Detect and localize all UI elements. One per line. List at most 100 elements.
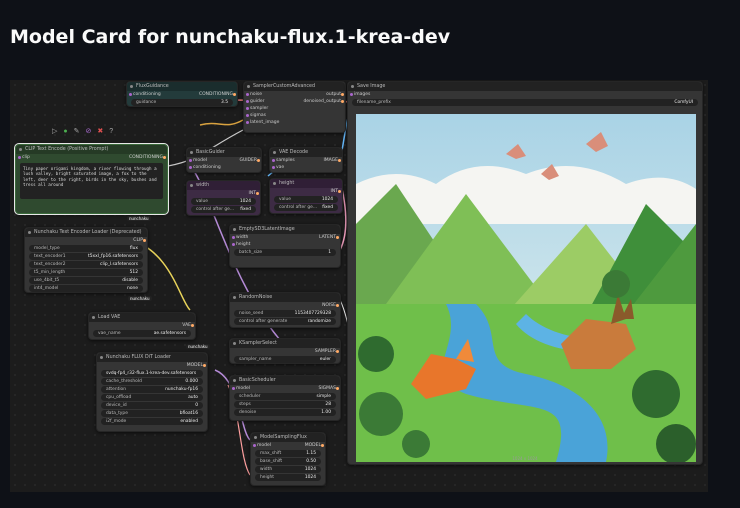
nunchaku-badge: nunchaku (127, 216, 151, 221)
output-latent[interactable]: LATENT (319, 234, 336, 241)
node-basic-scheduler[interactable]: BasicScheduler model SIGMAS scheduler simp… (229, 375, 341, 421)
output-conditioning[interactable]: CONDITIONING (199, 91, 233, 98)
output-vae[interactable]: VAE (182, 322, 191, 329)
node-basic-guider[interactable]: BasicGuider model GUIDER conditioning (186, 147, 262, 173)
node-sampler-custom-advanced[interactable]: SamplerCustomAdvanced noise output guider… (243, 81, 346, 133)
input-clip[interactable]: clip (22, 154, 30, 161)
text-encoder2-widget[interactable]: text_encoder2 clip_l.safetensors (29, 261, 143, 268)
generated-image[interactable] (356, 114, 696, 462)
output-image[interactable]: IMAGE (323, 157, 338, 164)
model-path-widget[interactable]: svdq-fp4_r32-flux.1-krea-dev.safetensors (101, 370, 203, 377)
node-height[interactable]: height INT value 1024 control after ge...… (269, 178, 343, 214)
workflow-canvas[interactable]: ▷ ● ✎ ⊘ ✖ ? FluxGuidance conditioning CON… (10, 80, 708, 492)
node-model-sampling-flux[interactable]: ModelSamplingFlux model MODEL max_shift 1.… (250, 432, 326, 486)
input-conditioning[interactable]: conditioning (133, 91, 161, 98)
i2f-mode-widget[interactable]: i2f_mode enabled (101, 418, 203, 425)
input-width[interactable]: width (236, 234, 248, 241)
t5-min-length-widget[interactable]: t5_min_length 512 (29, 269, 143, 276)
guidance-widget[interactable]: guidance 3.5 (131, 99, 233, 106)
play-icon[interactable]: ▷ (52, 127, 57, 135)
node-width[interactable]: width INT value 1024 control after ge... f… (186, 180, 261, 216)
node-title: height (270, 179, 342, 188)
output-output[interactable]: output (326, 91, 341, 98)
input-model[interactable]: model (193, 157, 207, 164)
output-int[interactable]: INT (249, 190, 256, 197)
node-nunchaku-text-encoder-loader[interactable]: Nunchaku Text Encoder Loader (Deprecated… (24, 227, 148, 293)
output-int[interactable]: INT (331, 188, 338, 195)
height-control-widget[interactable]: control after ge... fixed (274, 204, 338, 211)
base-shift-widget[interactable]: base_shift 0.50 (255, 458, 321, 465)
output-model[interactable]: MODEL (187, 362, 203, 369)
steps-widget[interactable]: steps 28 (234, 401, 336, 408)
data-type-widget[interactable]: data_type bfloat16 (101, 410, 203, 417)
scheduler-widget[interactable]: scheduler simple (234, 393, 336, 400)
cache-threshold-widget[interactable]: cache_threshold 0.000 (101, 378, 203, 385)
output-noise[interactable]: NOISE (322, 302, 336, 309)
device-id-widget[interactable]: device_id 0 (101, 402, 203, 409)
node-save-image[interactable]: Save Image images filename_prefix ComfyUI (347, 81, 703, 465)
node-clip-text-encode[interactable]: CLIP Text Encode (Positive Prompt) clip C… (14, 143, 169, 215)
input-model[interactable]: model (236, 385, 250, 392)
input-height[interactable]: height (236, 241, 250, 248)
width-control-widget[interactable]: control after ge... fixed (191, 206, 256, 213)
node-title: RandomNoise (230, 293, 340, 302)
input-noise[interactable]: noise (250, 91, 262, 98)
text-encoder1-widget[interactable]: text_encoder1 t5xxl_fp16.safetensors (29, 253, 143, 260)
page-title: Model Card for nunchaku-flux.1-krea-dev (10, 26, 451, 48)
input-samples[interactable]: samples (276, 157, 295, 164)
height-value-widget[interactable]: value 1024 (274, 196, 338, 203)
input-sampler[interactable]: sampler (250, 105, 268, 112)
node-title: BasicGuider (187, 148, 261, 157)
node-ksampler-select[interactable]: KSamplerSelect SAMPLER sampler_name euler (229, 338, 341, 364)
int4-model-widget[interactable]: int4_model none (29, 285, 143, 292)
output-denoised[interactable]: denoised_output (303, 98, 341, 105)
max-shift-widget[interactable]: max_shift 1.15 (255, 450, 321, 457)
node-title: EmptySD3LatentImage (230, 225, 340, 234)
width-widget[interactable]: width 1024 (255, 466, 321, 473)
denoise-widget[interactable]: denoise 1.00 (234, 409, 336, 416)
attention-widget[interactable]: attention nunchaku-fp16 (101, 386, 203, 393)
node-vae-decode[interactable]: VAE Decode samples IMAGE vae (269, 147, 343, 173)
input-latent-image[interactable]: latent_image (250, 119, 279, 126)
output-conditioning[interactable]: CONDITIONING (129, 154, 163, 161)
cpu-offload-widget[interactable]: cpu_offload auto (101, 394, 203, 401)
use-4bit-t5-widget[interactable]: use_4bit_t5 disable (29, 277, 143, 284)
node-nunchaku-flux-dit-loader[interactable]: Nunchaku FLUX DiT Loader MODEL svdq-fp4_… (96, 352, 208, 432)
pin-icon[interactable]: ✎ (74, 127, 80, 135)
vae-name-widget[interactable]: vae_name ae.safetensors (93, 330, 191, 337)
bypass-icon[interactable]: ⊘ (86, 127, 92, 135)
input-model[interactable]: model (257, 442, 271, 449)
node-flux-guidance[interactable]: FluxGuidance conditioning CONDITIONING gu… (126, 81, 238, 107)
noise-seed-widget[interactable]: noise_seed 1153407729328 (234, 310, 336, 317)
input-guider[interactable]: guider (250, 98, 264, 105)
node-title: VAE Decode (270, 148, 342, 157)
batch-size-widget[interactable]: batch_size 1 (234, 249, 336, 256)
nunchaku-badge: nunchaku (128, 296, 152, 301)
origami-scene-image (356, 114, 696, 462)
input-conditioning[interactable]: conditioning (193, 164, 221, 171)
model-type-widget[interactable]: model_type flux (29, 245, 143, 252)
output-guider[interactable]: GUIDER (239, 157, 257, 164)
width-value-widget[interactable]: value 1024 (191, 198, 256, 205)
node-empty-sd3-latent-image[interactable]: EmptySD3LatentImage width LATENT height b… (229, 224, 341, 268)
control-after-generate-widget[interactable]: control after generate randomize (234, 318, 336, 325)
bug-icon[interactable]: ✖ (97, 127, 103, 135)
node-title: BasicScheduler (230, 376, 340, 385)
circle-icon[interactable]: ● (63, 128, 67, 135)
input-images[interactable]: images (354, 91, 370, 98)
height-widget[interactable]: height 1024 (255, 474, 321, 481)
filename-prefix-widget[interactable]: filename_prefix ComfyUI (352, 99, 698, 106)
help-icon[interactable]: ? (109, 128, 113, 135)
output-model[interactable]: MODEL (305, 442, 321, 449)
node-load-vae[interactable]: Load VAE VAE vae_name ae.safetensors (88, 312, 196, 340)
input-sigmas[interactable]: sigmas (250, 112, 266, 119)
node-title: ModelSamplingFlux (251, 433, 325, 442)
output-sigmas[interactable]: SIGMAS (319, 385, 337, 392)
node-random-noise[interactable]: RandomNoise NOISE noise_seed 115340772932… (229, 292, 341, 328)
sampler-name-widget[interactable]: sampler_name euler (234, 356, 336, 363)
output-clip[interactable]: CLIP (133, 237, 143, 244)
prompt-textarea[interactable]: Tiny paper origami kingdom, a river flow… (20, 163, 163, 199)
output-sampler[interactable]: SAMPLER (315, 348, 336, 355)
input-vae[interactable]: vae (276, 164, 284, 171)
node-title: FluxGuidance (127, 82, 237, 91)
